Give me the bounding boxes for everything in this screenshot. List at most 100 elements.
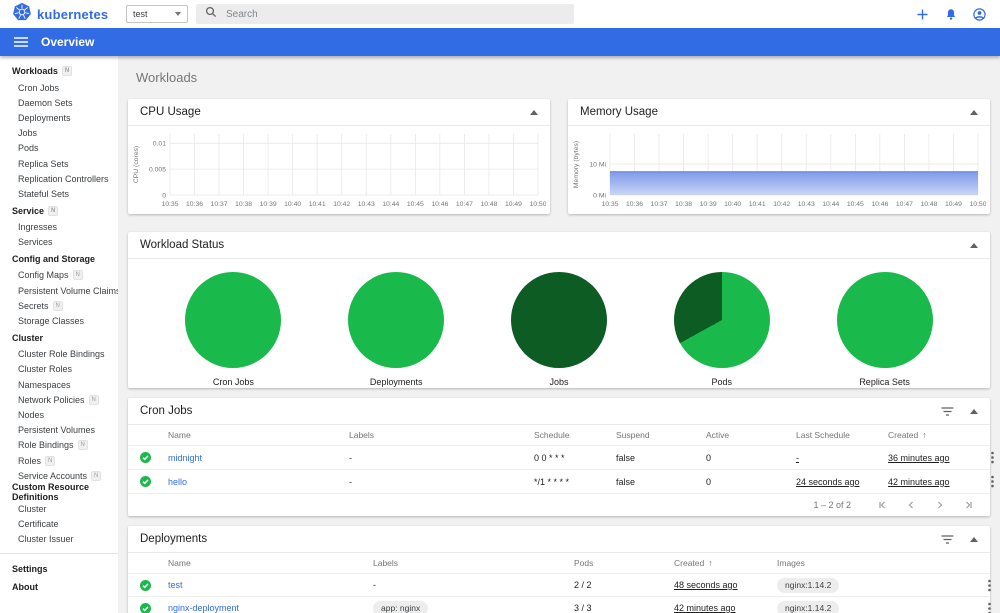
first-page-icon[interactable] — [877, 500, 887, 510]
kebab-menu-icon[interactable] — [988, 449, 997, 466]
sidebar-item-ingresses[interactable]: Ingresses — [0, 220, 118, 235]
filter-icon[interactable] — [941, 406, 954, 416]
sidebar-section-workloads[interactable]: Workloads N — [0, 62, 118, 80]
cell-last-schedule[interactable]: - — [796, 453, 799, 463]
cell-created[interactable]: 42 minutes ago — [888, 477, 950, 487]
cron-job-name-link[interactable]: hello — [168, 477, 349, 487]
collapse-caret-icon[interactable] — [970, 536, 978, 542]
column-header-labels[interactable]: Labels — [373, 558, 574, 568]
svg-text:10:39: 10:39 — [260, 201, 277, 208]
pie-chart[interactable] — [185, 272, 282, 368]
sidebar-item-settings[interactable]: Settings — [0, 560, 118, 578]
sidebar-item-replica-sets[interactable]: Replica Sets — [0, 156, 118, 171]
sidebar-section-cluster[interactable]: Cluster — [0, 329, 118, 347]
pagination-range: 1 – 2 of 2 — [813, 500, 851, 510]
column-header-created[interactable]: Created ↑ — [888, 430, 988, 440]
sidebar-item-config-maps[interactable]: Config Maps N — [0, 268, 118, 283]
column-header-schedule[interactable]: Schedule — [534, 430, 616, 440]
sidebar-item-replication-controllers[interactable]: Replication Controllers — [0, 171, 118, 186]
next-page-icon[interactable] — [935, 500, 945, 510]
cron-job-row-midnight[interactable]: midnight - 0 0 * * * false 0 - 36 minute… — [128, 446, 994, 470]
svg-text:10:49: 10:49 — [945, 201, 962, 208]
deployment-row-nginx-deployment[interactable]: nginx-deployment app: nginx 3 / 3 42 min… — [128, 597, 991, 613]
sidebar-item-daemon-sets[interactable]: Daemon Sets — [0, 95, 118, 110]
pie-chart[interactable] — [510, 272, 607, 368]
sidebar-item-crd-cluster[interactable]: Cluster — [0, 501, 118, 516]
search-bar[interactable] — [196, 4, 574, 24]
svg-text:10:44: 10:44 — [382, 201, 399, 208]
search-input[interactable] — [226, 8, 565, 20]
deployment-name-link[interactable]: test — [168, 580, 373, 590]
column-header-last-schedule[interactable]: Last Schedule — [796, 430, 888, 440]
sidebar-item-cron-jobs[interactable]: Cron Jobs — [0, 80, 118, 95]
sidebar-item-crd-certificate[interactable]: Certificate — [0, 517, 118, 532]
svg-text:10:46: 10:46 — [871, 201, 888, 208]
column-header-active[interactable]: Active — [706, 430, 796, 440]
column-header-created[interactable]: Created ↑ — [674, 558, 777, 568]
menu-icon[interactable] — [14, 37, 28, 47]
sidebar-item-about[interactable]: About — [0, 578, 118, 596]
workload-pie-pods: Pods — [647, 272, 797, 387]
kebab-menu-icon[interactable] — [988, 473, 997, 490]
kebab-menu-icon[interactable] — [985, 577, 994, 594]
column-header-name[interactable]: Name — [168, 558, 373, 568]
deployment-row-test[interactable]: test - 2 / 2 48 seconds ago nginx:1.14.2 — [128, 574, 991, 597]
cell-last-schedule[interactable]: 24 seconds ago — [796, 477, 860, 487]
svg-text:10:38: 10:38 — [235, 201, 252, 208]
sort-ascending-icon: ↑ — [708, 558, 713, 568]
account-button[interactable] — [973, 7, 986, 21]
sidebar-item-network-policies[interactable]: Network Policies N — [0, 392, 118, 407]
sidebar-item-cluster-role-bindings[interactable]: Cluster Role Bindings — [0, 347, 118, 362]
cell-created[interactable]: 48 seconds ago — [674, 580, 738, 590]
column-header-name[interactable]: Name — [168, 430, 349, 440]
sidebar-section-config-and-storage[interactable]: Config and Storage — [0, 250, 118, 268]
sidebar-item-secrets[interactable]: Secrets N — [0, 298, 118, 313]
pie-chart[interactable] — [673, 272, 770, 368]
cell-created[interactable]: 42 minutes ago — [674, 603, 736, 613]
sidebar-section-service[interactable]: Service N — [0, 202, 118, 220]
cron-job-name-link[interactable]: midnight — [168, 453, 349, 463]
column-header-suspend[interactable]: Suspend — [616, 430, 706, 440]
column-header-labels[interactable]: Labels — [349, 430, 534, 440]
kebab-menu-icon[interactable] — [985, 600, 994, 613]
kubernetes-logo[interactable]: kubernetes — [0, 2, 118, 27]
sidebar-item-storage-classes[interactable]: Storage Classes — [0, 313, 118, 328]
sidebar-item-role-bindings[interactable]: Role Bindings N — [0, 438, 118, 453]
deployment-name-link[interactable]: nginx-deployment — [168, 603, 373, 613]
sidebar-item-persistent-volume-claims[interactable]: Persistent Volume ClaimsN — [0, 283, 118, 298]
collapse-caret-icon[interactable] — [530, 109, 538, 115]
sidebar-item-crd-cluster-issuer[interactable]: Cluster Issuer — [0, 532, 118, 547]
last-page-icon[interactable] — [964, 500, 974, 510]
sidebar-item-pods[interactable]: Pods — [0, 141, 118, 156]
filter-icon[interactable] — [941, 534, 954, 544]
sidebar-item-deployments[interactable]: Deployments — [0, 110, 118, 125]
sidebar-item-roles[interactable]: Roles N — [0, 453, 118, 468]
column-header-images[interactable]: Images — [777, 558, 985, 568]
prev-page-icon[interactable] — [906, 500, 916, 510]
add-resource-button[interactable] — [916, 8, 929, 21]
namespace-selector[interactable]: test — [126, 5, 188, 23]
notifications-button[interactable] — [945, 8, 957, 21]
deployments-card: Deployments Name Labels Pods Created ↑ Im… — [128, 526, 991, 613]
sidebar-section-custom-resource-definitions[interactable]: Custom Resource Definitions — [0, 482, 118, 502]
sidebar-item-service-accounts[interactable]: Service Accounts N — [0, 468, 118, 483]
cell-active: 0 — [706, 476, 712, 487]
sidebar-item-cluster-roles[interactable]: Cluster Roles — [0, 362, 118, 377]
sidebar-item-jobs[interactable]: Jobs — [0, 126, 118, 141]
sidebar-item-persistent-volumes[interactable]: Persistent Volumes — [0, 423, 118, 438]
pie-chart[interactable] — [836, 272, 933, 368]
sidebar-item-stateful-sets[interactable]: Stateful Sets — [0, 186, 118, 201]
sidebar-item-services[interactable]: Services — [0, 235, 118, 250]
sidebar-item-nodes[interactable]: Nodes — [0, 407, 118, 422]
sidebar-item-namespaces[interactable]: Namespaces — [0, 377, 118, 392]
cron-job-row-hello[interactable]: hello - */1 * * * * false 0 24 seconds a… — [128, 470, 994, 494]
collapse-caret-icon[interactable] — [970, 109, 978, 115]
sort-ascending-icon: ↑ — [922, 430, 927, 440]
column-header-pods[interactable]: Pods — [574, 558, 674, 568]
cell-created[interactable]: 36 minutes ago — [888, 453, 950, 463]
memory-usage-card: Memory Usage 10:35 10:36 10:37 10:38 10:39 10… — [568, 99, 990, 214]
pie-chart[interactable] — [348, 272, 445, 368]
collapse-caret-icon[interactable] — [970, 408, 978, 414]
status-ok-icon — [140, 579, 168, 591]
collapse-caret-icon[interactable] — [970, 242, 978, 248]
